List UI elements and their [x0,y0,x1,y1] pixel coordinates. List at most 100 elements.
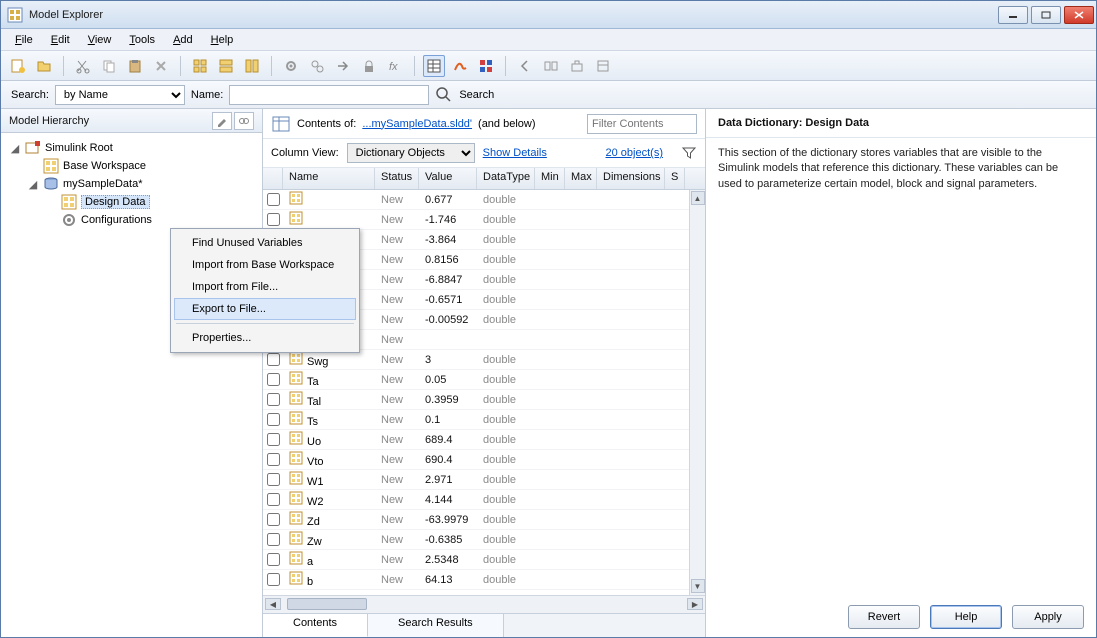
ctx-import-file[interactable]: Import from File... [174,276,356,298]
col-s[interactable]: S [665,168,685,189]
tree-node-design-data[interactable]: Design Data [5,193,258,211]
fx-icon[interactable]: fx [384,55,406,77]
object-count-link[interactable]: 20 object(s) [606,147,663,159]
gear-icon[interactable] [280,55,302,77]
nav-up-icon[interactable] [566,55,588,77]
vars-icon[interactable] [215,55,237,77]
col-datatype[interactable]: DataType [477,168,535,189]
lock-icon[interactable] [358,55,380,77]
table-row[interactable]: ZdNew-63.9979double [263,510,705,530]
search-icon[interactable] [435,86,453,104]
nav-more-icon[interactable] [592,55,614,77]
search-button[interactable]: Search [459,89,494,101]
paste-icon[interactable] [124,55,146,77]
filter-contents-input[interactable] [587,114,697,134]
tree-node-root[interactable]: ◢ Simulink Root [5,139,258,157]
row-checkbox[interactable] [267,533,280,546]
link-icon[interactable] [234,112,254,130]
table-row[interactable]: W1New2.971double [263,470,705,490]
col-name[interactable]: Name [283,168,375,189]
table-row[interactable]: W2New4.144double [263,490,705,510]
table-row[interactable]: SwgNew3double [263,350,705,370]
table-row[interactable]: New0.677double [263,190,705,210]
menu-file[interactable]: File [7,32,41,48]
pencil-icon[interactable] [212,112,232,130]
collapse-icon[interactable]: ◢ [27,178,39,190]
show-details-link[interactable]: Show Details [483,147,547,159]
menu-edit[interactable]: Edit [43,32,78,48]
tree-node-base-workspace[interactable]: Base Workspace [5,157,258,175]
object-icon[interactable] [241,55,263,77]
minimize-button[interactable] [998,6,1028,24]
table-row[interactable]: TaNew0.05double [263,370,705,390]
row-checkbox[interactable] [267,573,280,586]
table-row[interactable]: UoNew689.4double [263,430,705,450]
row-checkbox[interactable] [267,493,280,506]
table-header[interactable]: Name Status Value DataType Min Max Dimen… [263,168,705,190]
table-row[interactable]: TalNew0.3959double [263,390,705,410]
column-view-select[interactable]: Dictionary Objects [347,143,475,163]
tree-node-configurations[interactable]: Configurations [5,211,258,229]
tab-search-results[interactable]: Search Results [368,614,504,637]
row-checkbox[interactable] [267,393,280,406]
row-checkbox[interactable] [267,433,280,446]
table-row[interactable]: ZwNew-0.6385double [263,530,705,550]
menu-help[interactable]: Help [203,32,242,48]
scroll-down-icon[interactable]: ▼ [691,579,705,593]
table-view-icon[interactable] [423,55,445,77]
row-checkbox[interactable] [267,453,280,466]
cut-icon[interactable] [72,55,94,77]
table-row[interactable]: TsNew0.1double [263,410,705,430]
menu-view[interactable]: View [80,32,120,48]
row-checkbox[interactable] [267,373,280,386]
table-row[interactable]: aNew2.5348double [263,550,705,570]
menu-tools[interactable]: Tools [121,32,163,48]
open-folder-icon[interactable] [33,55,55,77]
search-name-input[interactable] [229,85,429,105]
col-value[interactable]: Value [419,168,477,189]
tree-node-dictionary[interactable]: ◢ mySampleData* [5,175,258,193]
titlebar[interactable]: Model Explorer [1,1,1096,29]
row-checkbox[interactable] [267,213,280,226]
delete-icon[interactable] [150,55,172,77]
gear-dup-icon[interactable] [306,55,328,77]
nav-fwd-icon[interactable] [540,55,562,77]
col-status[interactable]: Status [375,168,419,189]
revert-button[interactable]: Revert [848,605,920,629]
table-row[interactable]: New-1.746double [263,210,705,230]
contents-path-link[interactable]: ...mySampleData.sldd' [362,118,472,130]
col-max[interactable]: Max [565,168,597,189]
scroll-left-icon[interactable]: ◀ [265,598,281,610]
close-button[interactable] [1064,6,1094,24]
hierarchy-tree[interactable]: ◢ Simulink Root Base Workspace ◢ mySampl… [1,133,262,637]
ctx-import-base[interactable]: Import from Base Workspace [174,254,356,276]
search-by-select[interactable]: by Name [55,85,185,105]
matlab-icon[interactable] [449,55,471,77]
row-checkbox[interactable] [267,513,280,526]
collapse-icon[interactable]: ◢ [9,142,21,154]
ctx-find-unused[interactable]: Find Unused Variables [174,232,356,254]
maximize-button[interactable] [1031,6,1061,24]
apply-button[interactable]: Apply [1012,605,1084,629]
row-checkbox[interactable] [267,553,280,566]
nav-back-icon[interactable] [514,55,536,77]
vertical-scrollbar[interactable]: ▲ ▼ [689,190,705,595]
table-row[interactable]: bNew64.13double [263,570,705,590]
table-row[interactable]: VtoNew690.4double [263,450,705,470]
row-checkbox[interactable] [267,413,280,426]
horizontal-scrollbar[interactable]: ◀ ▶ [263,595,705,613]
col-dimensions[interactable]: Dimensions [597,168,665,189]
ctx-export-file[interactable]: Export to File... [174,298,356,320]
arrow-icon[interactable] [332,55,354,77]
tab-contents[interactable]: Contents [263,614,368,637]
scroll-thumb[interactable] [287,598,367,610]
help-button[interactable]: Help [930,605,1002,629]
row-checkbox[interactable] [267,193,280,206]
col-min[interactable]: Min [535,168,565,189]
ctx-properties[interactable]: Properties... [174,327,356,349]
blocks-icon[interactable] [475,55,497,77]
filter-funnel-icon[interactable] [681,145,697,161]
row-checkbox[interactable] [267,353,280,366]
col-check[interactable] [263,168,283,189]
grid-icon[interactable] [189,55,211,77]
